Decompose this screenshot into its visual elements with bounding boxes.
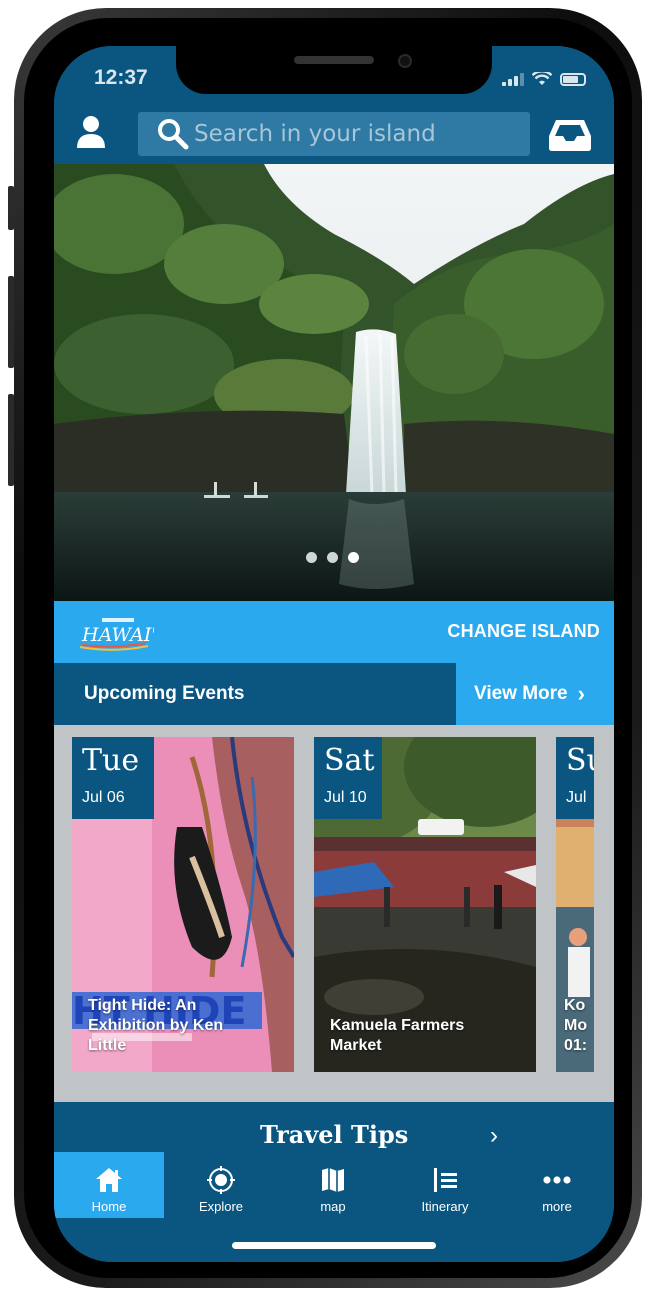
phone-notch [176,46,492,94]
waterfall-photo [54,164,614,601]
event-date: Jul 10 [324,789,367,806]
view-more-button[interactable]: View More › [456,663,614,725]
phone-volume-up [8,276,14,368]
home-icon [96,1168,122,1192]
travel-tips-bar[interactable]: Travel Tips › [54,1102,614,1152]
carousel-dot[interactable] [348,552,359,563]
more-icon [543,1176,571,1184]
carousel-dots[interactable] [306,552,359,563]
explore-icon [207,1166,235,1194]
tab-label: map [320,1199,346,1214]
front-camera [398,54,412,68]
travel-tips-title: Travel Tips [260,1120,409,1149]
phone-volume-down [8,394,14,486]
search-icon [158,119,189,150]
view-more-label: View More [474,683,568,704]
event-title: Kamuela Farmers Market [330,1017,465,1054]
event-date-badge: Su Jul [556,737,594,819]
wifi-icon [532,72,552,85]
itinerary-icon [434,1168,457,1192]
events-carousel[interactable]: HT HIDE Tue Jul 06 Tight Hide: An Exhibi… [54,725,614,1102]
event-day: Sat [324,743,375,778]
event-date-badge: Tue Jul 06 [72,737,154,819]
profile-icon[interactable] [74,114,108,150]
app-screen: 12:37 Search in your island HAWAI CHANGE… [54,46,614,1262]
status-time: 12:37 [94,66,148,89]
island-bar: HAWAI'I CHANGE ISLAND [54,601,614,663]
map-icon [322,1168,344,1192]
search-input[interactable] [190,121,530,147]
top-bar [54,104,614,164]
tab-map[interactable]: map [278,1152,388,1218]
tab-itinerary[interactable]: Itinerary [390,1152,500,1218]
carousel-dot[interactable] [327,552,338,563]
tab-label: Itinerary [421,1199,469,1214]
chevron-right-icon: › [577,681,585,706]
island-hawaii-logo: HAWAI'I [79,618,154,651]
tab-label: more [542,1199,572,1214]
event-date: Jul 06 [82,789,125,806]
event-title: Ko Mo 01: [564,997,592,1054]
status-icons [502,72,586,86]
search-bar[interactable] [138,112,530,156]
tab-label: Home [91,1199,127,1214]
tab-label: Explore [198,1199,244,1214]
phone-silent-switch [8,186,14,230]
tab-home[interactable]: Home [54,1152,164,1218]
event-day: Su [566,743,594,778]
tab-more[interactable]: more [502,1152,612,1218]
event-day: Tue [82,743,140,778]
carousel-dot[interactable] [306,552,317,563]
hero-carousel[interactable] [54,164,614,601]
home-indicator[interactable] [232,1242,436,1249]
bottom-tab-bar: Home Explore map Itinerary more [54,1152,614,1262]
change-island-button[interactable]: CHANGE ISLAND [447,621,600,642]
speaker-grille [294,56,374,64]
event-card[interactable]: Sat Jul 10 Kamuela Farmers Market [314,737,536,1072]
event-title: Tight Hide: An Exhibition by Ken Little [88,997,224,1054]
signal-icon [502,73,524,86]
event-card[interactable]: HT HIDE Tue Jul 06 Tight Hide: An Exhibi… [72,737,294,1072]
island-logo-text: HAWAI'I [81,624,154,646]
tab-explore[interactable]: Explore [166,1152,276,1218]
chevron-right-icon: › [490,1122,498,1149]
upcoming-events-title: Upcoming Events [84,683,245,704]
event-date-badge: Sat Jul 10 [314,737,382,819]
inbox-icon[interactable] [548,118,592,152]
event-card[interactable]: Su Jul Ko Mo 01: [556,737,594,1072]
event-date: Jul [566,789,587,806]
battery-icon [560,73,586,86]
upcoming-events-header: Upcoming Events View More › [54,663,614,725]
